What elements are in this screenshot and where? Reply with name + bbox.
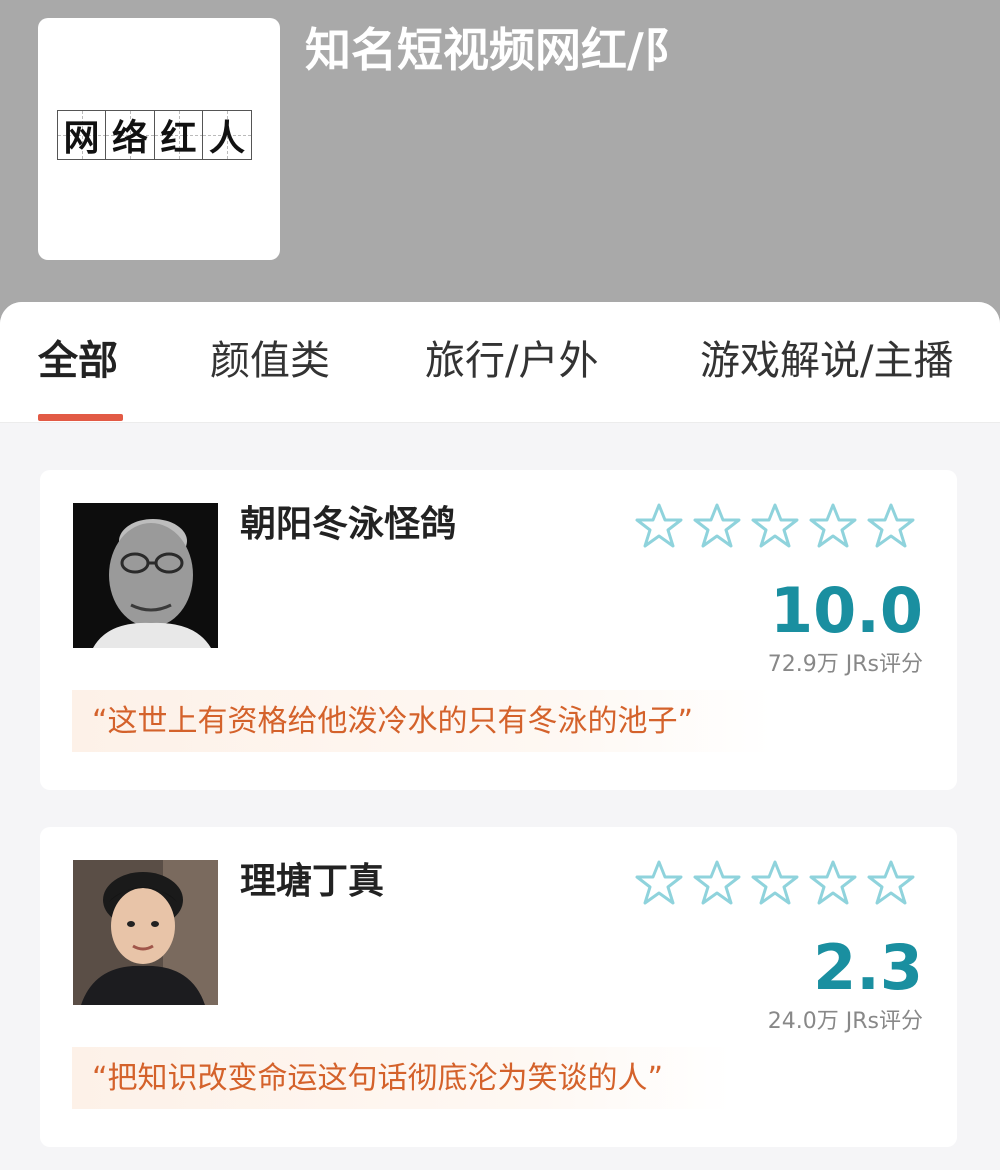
logo-char: 络 <box>105 110 155 160</box>
creator-name: 理塘丁真 <box>240 861 385 902</box>
star-outline-icon[interactable] <box>866 502 916 550</box>
rating-count: 72.9万 JRs评分 <box>767 652 923 677</box>
rating-stars[interactable] <box>634 502 924 550</box>
page-title: 知名短视频网红/阝 <box>305 23 690 77</box>
star-outline-icon[interactable] <box>808 502 858 550</box>
avatar <box>73 503 218 648</box>
rating-stars[interactable] <box>634 859 924 907</box>
rating-count: 24.0万 JRs评分 <box>767 1009 923 1034</box>
content-panel: 全部 颜值类 旅行/户外 游戏解说/主播 朝阳冬泳怪鸽 10.0 72.9万 J… <box>0 302 1000 1170</box>
tab-gaming-streamer[interactable]: 游戏解说/主播 <box>700 334 953 388</box>
creator-name: 朝阳冬泳怪鸽 <box>240 504 457 545</box>
rating-card[interactable]: 朝阳冬泳怪鸽 10.0 72.9万 JRs评分 “这世上有资格给他泼冷水的只有冬… <box>40 470 957 790</box>
category-tabs: 全部 颜值类 旅行/户外 游戏解说/主播 <box>0 302 1000 423</box>
rating-score: 10.0 <box>770 574 923 647</box>
category-logo: 网 络 红 人 <box>38 18 280 260</box>
star-outline-icon[interactable] <box>692 502 742 550</box>
tab-all[interactable]: 全部 <box>38 334 118 388</box>
tab-travel-outdoor[interactable]: 旅行/户外 <box>425 334 598 388</box>
logo-grid: 网 络 红 人 <box>56 110 252 160</box>
top-comment-quote: “这世上有资格给他泼冷水的只有冬泳的池子” <box>92 704 694 739</box>
star-outline-icon[interactable] <box>692 859 742 907</box>
star-outline-icon[interactable] <box>866 859 916 907</box>
tab-looks[interactable]: 颜值类 <box>210 334 330 388</box>
avatar <box>73 860 218 1005</box>
top-comment-quote: “把知识改变命运这句话彻底沦为笑谈的人” <box>92 1061 664 1096</box>
logo-char: 人 <box>202 110 252 160</box>
rating-card[interactable]: 理塘丁真 2.3 24.0万 JRs评分 “把知识改变命运这句话彻底沦为笑谈的人… <box>40 827 957 1147</box>
star-outline-icon[interactable] <box>750 502 800 550</box>
active-tab-indicator <box>38 414 123 421</box>
logo-char: 网 <box>56 110 107 160</box>
star-outline-icon[interactable] <box>750 859 800 907</box>
star-outline-icon[interactable] <box>808 859 858 907</box>
page-header: 网 络 红 人 知名短视频网红/阝 <box>0 0 1000 320</box>
star-outline-icon[interactable] <box>634 859 684 907</box>
logo-char: 红 <box>153 110 204 160</box>
star-outline-icon[interactable] <box>634 502 684 550</box>
rating-score: 2.3 <box>813 931 923 1004</box>
